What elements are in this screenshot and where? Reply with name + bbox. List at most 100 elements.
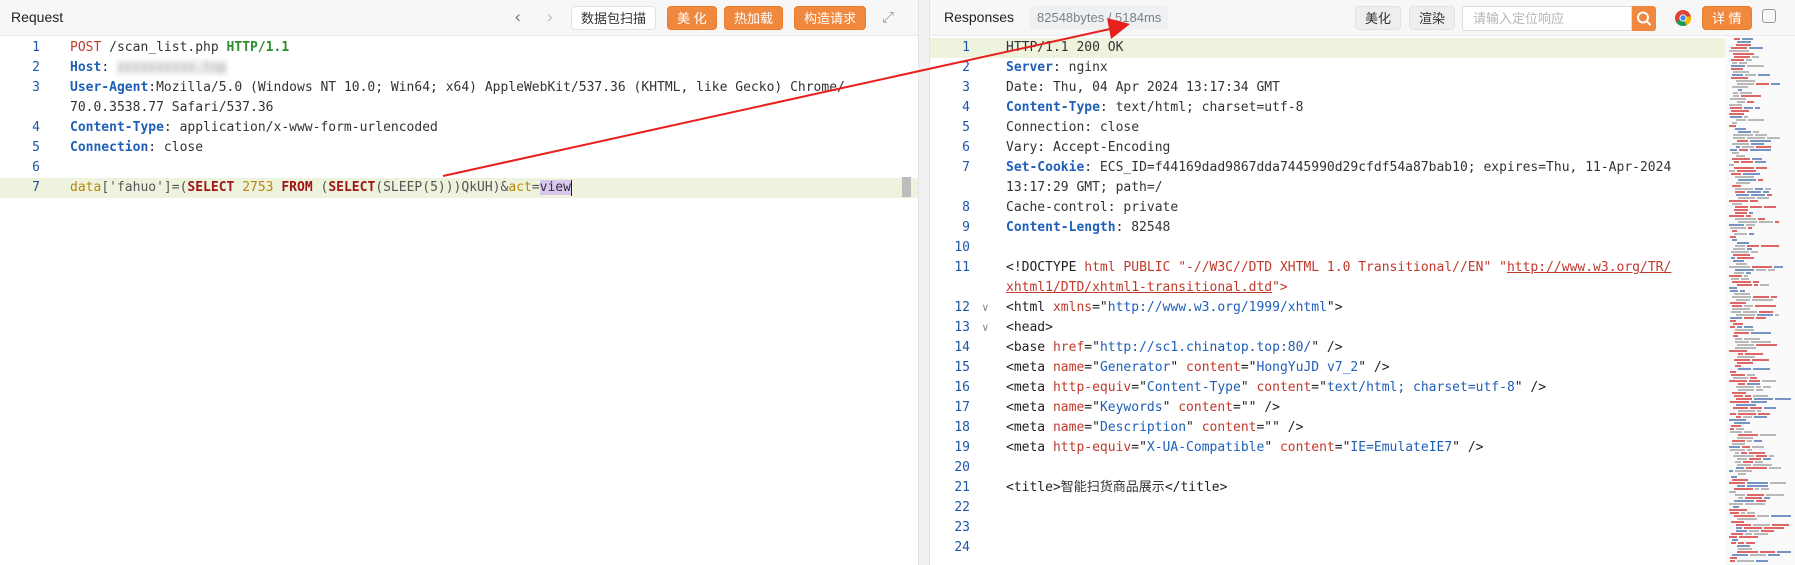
line-number: 11 (954, 260, 970, 275)
response-line: 8 Cache-control: private (930, 198, 1795, 218)
minimap-stroke (1765, 188, 1771, 190)
minimap-stroke (1736, 530, 1747, 532)
minimap-stroke (1729, 503, 1743, 505)
code-token: name (1052, 360, 1085, 375)
minimap-stroke (1749, 452, 1765, 454)
code-token: " (1240, 380, 1257, 395)
minimap-stroke (1729, 491, 1736, 493)
response-search-input[interactable] (1462, 6, 1632, 31)
line-text: <meta name="Keywords" content="" /> (1006, 398, 1280, 418)
minimap-stroke (1729, 446, 1740, 448)
minimap-stroke (1764, 497, 1770, 499)
line-number: 16 (954, 380, 970, 395)
request-editor[interactable]: 1 POST /scan_list.php HTTP/1.1 2 Host: xxxx… (0, 38, 918, 198)
minimap-stroke (1744, 275, 1748, 277)
code-token: : (101, 60, 117, 75)
code-token: ( (312, 180, 329, 195)
code-token: http://www.w3.org/1999/xhtml (1107, 300, 1327, 315)
minimap-stroke (1751, 401, 1767, 403)
code-token: Generator (1099, 360, 1171, 375)
minimap-stroke (1730, 320, 1736, 322)
minimap-stroke (1744, 317, 1754, 319)
minimap-stroke (1745, 74, 1756, 76)
minimap-stroke (1755, 161, 1766, 163)
request-scrollbar-thumb[interactable] (902, 177, 911, 197)
minimap-stroke (1732, 230, 1737, 232)
minimap-stroke (1735, 128, 1746, 130)
minimap-stroke (1753, 281, 1759, 283)
minimap-stroke (1737, 284, 1752, 286)
minimap-stroke (1755, 488, 1759, 490)
minimap-stroke (1756, 317, 1766, 319)
minimap-stroke (1734, 395, 1743, 397)
minimap-stroke (1735, 461, 1741, 463)
minimap-stroke (1747, 248, 1752, 250)
line-text: <html xmlns="http://www.w3.org/1999/xhtm… (1006, 298, 1343, 318)
minimap-stroke (1749, 212, 1753, 214)
fold-toggle-icon[interactable]: ∨ (982, 298, 989, 318)
nav-forward-icon[interactable]: › (547, 7, 553, 27)
minimap-stroke (1741, 161, 1753, 163)
minimap-stroke (1736, 404, 1756, 406)
minimap-stroke (1730, 428, 1734, 430)
line-number: 6 (32, 160, 40, 175)
panel-divider[interactable] (918, 0, 930, 565)
minimap-stroke (1733, 137, 1745, 139)
minimap-stroke (1751, 332, 1771, 334)
minimap-stroke (1761, 488, 1769, 490)
minimap-stroke (1730, 326, 1735, 328)
minimap-stroke (1752, 299, 1773, 301)
request-beautify-button[interactable]: 美 化 (667, 6, 717, 30)
code-token: : nginx (1052, 60, 1108, 75)
minimap-stroke (1735, 212, 1747, 214)
minimap-stroke (1732, 440, 1745, 442)
line-text: Content-Type: application/x-www-form-url… (70, 118, 438, 138)
line-number: 7 (962, 160, 970, 175)
minimap-stroke (1752, 158, 1762, 160)
details-button[interactable]: 详 情 (1702, 6, 1752, 30)
code-token: : text/html; charset=utf-8 (1099, 100, 1304, 115)
minimap-stroke (1729, 170, 1735, 172)
comment-icon[interactable] (1762, 9, 1776, 23)
code-token: "> (1272, 280, 1288, 295)
minimap-stroke (1755, 134, 1767, 136)
packet-scan-button[interactable]: 数据包扫描 (571, 6, 657, 30)
hot-load-button[interactable]: 热加载 (724, 6, 784, 30)
code-token: name (1052, 420, 1085, 435)
response-line: 3 Date: Thu, 04 Apr 2024 13:17:34 GMT (930, 78, 1795, 98)
minimap-stroke (1756, 560, 1768, 562)
minimap-stroke (1732, 539, 1738, 541)
expand-icon[interactable]: ⤢ (882, 9, 894, 26)
minimap-stroke (1751, 341, 1771, 343)
fold-toggle-icon[interactable]: ∨ (982, 318, 989, 338)
minimap-stroke (1741, 278, 1749, 280)
line-number: 7 (32, 180, 40, 195)
code-token: POST (70, 40, 102, 55)
response-viewer[interactable]: 1 HTTP/1.1 200 OK 2 Server: nginx 3 Date: Thu… (930, 38, 1795, 558)
minimap-stroke (1731, 521, 1744, 523)
line-text: Content-Length: 82548 (1006, 218, 1170, 238)
nav-back-icon[interactable]: ‹ (515, 7, 521, 27)
minimap-stroke (1746, 467, 1767, 469)
minimap-stroke (1733, 377, 1748, 379)
minimap-stroke (1737, 101, 1745, 103)
minimap-stroke (1732, 152, 1739, 154)
response-minimap[interactable] (1725, 36, 1795, 565)
minimap-stroke (1737, 464, 1751, 466)
code-token: " /> (1452, 440, 1484, 455)
line-number: 17 (954, 400, 970, 415)
build-request-button[interactable]: 构造请求 (794, 6, 867, 30)
minimap-stroke (1742, 446, 1750, 448)
code-token: html (1084, 260, 1116, 275)
render-button[interactable]: 渲染 (1409, 6, 1456, 30)
code-token: xhtml1/DTD/xhtml1-transitional.dtd (1006, 280, 1273, 295)
minimap-stroke (1756, 344, 1777, 346)
response-beautify-button[interactable]: 美化 (1355, 6, 1402, 30)
request-line: 1 POST /scan_list.php HTTP/1.1 (0, 38, 918, 58)
line-number: 4 (32, 120, 40, 135)
search-button[interactable] (1632, 6, 1656, 31)
minimap-stroke (1732, 554, 1748, 556)
minimap-stroke (1736, 119, 1746, 121)
chrome-icon[interactable] (1674, 9, 1692, 32)
minimap-stroke (1734, 515, 1755, 517)
